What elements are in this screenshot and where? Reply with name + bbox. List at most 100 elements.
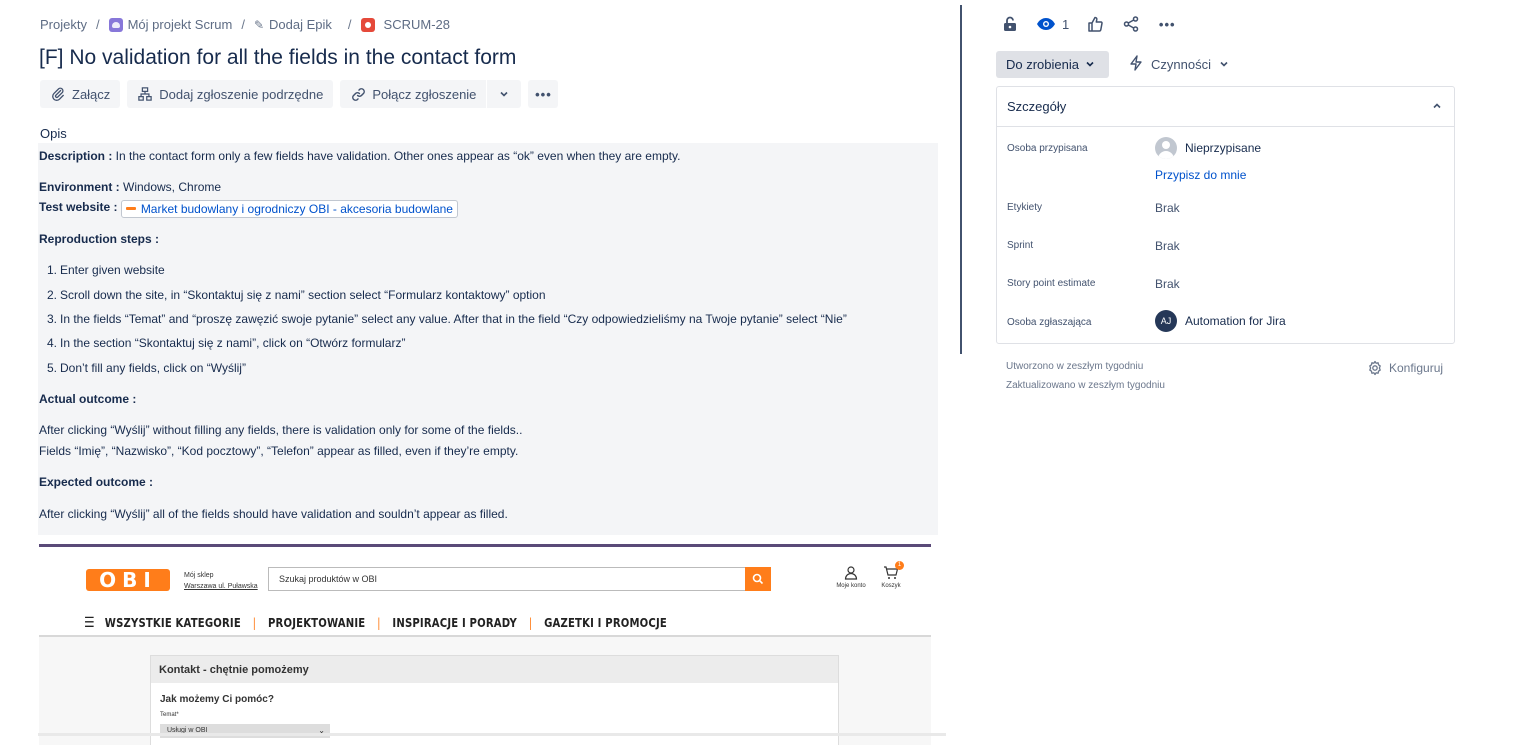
obi-nav-item: GAZETKI I PROMOCJE	[544, 616, 667, 630]
step-text: Scroll down the site, in “Skontaktuj się…	[60, 288, 546, 302]
obi-contact-panel: Kontakt - chętnie pomożemy Jak możemy Ci…	[150, 655, 839, 745]
sprint-label: Sprint	[1007, 240, 1034, 251]
more-icon: •••	[535, 86, 552, 102]
assign-to-me-link[interactable]: Przypisz do mnie	[1155, 168, 1246, 182]
obi-cart-badge: 1	[895, 561, 904, 570]
story-point-value[interactable]: Brak	[1155, 277, 1180, 291]
actual-text-2: Fields “Imię”, “Nazwisko”, “Kod pocztowy…	[39, 444, 519, 458]
configure-button[interactable]: Konfiguruj	[1367, 360, 1443, 376]
labels-value[interactable]: Brak	[1155, 201, 1180, 215]
status-dropdown[interactable]: Do zrobienia	[996, 51, 1109, 78]
configure-label: Konfiguruj	[1389, 361, 1444, 375]
steps-heading: Reproduction steps :	[39, 232, 159, 246]
status-label: Do zrobienia	[1006, 57, 1079, 72]
panel-resize-divider[interactable]	[960, 5, 962, 354]
obi-contact-question: Jak możemy Ci pomóc?	[160, 694, 274, 705]
step-text: Enter given website	[60, 263, 165, 277]
more-options-button[interactable]: •••	[1157, 14, 1177, 34]
link-icon	[350, 86, 366, 102]
description-label: Description :	[39, 149, 113, 163]
breadcrumb-projects[interactable]: Projekty	[40, 17, 87, 32]
test-website-link[interactable]: Market budowlany i ogrodniczy OBI - akce…	[120, 199, 458, 218]
actions-label: Czynności	[1151, 57, 1211, 72]
project-avatar-icon	[108, 17, 123, 32]
restrictions-button[interactable]	[1000, 14, 1020, 34]
step-text: In the section “Skontaktuj się z nami”, …	[60, 336, 406, 350]
sprint-value[interactable]: Brak	[1155, 239, 1180, 253]
obi-search-icon	[745, 567, 771, 591]
obi-store-address-text: Warszawa ul. Puławska	[184, 583, 258, 590]
actual-heading: Actual outcome :	[39, 392, 136, 406]
list-item: 3. In the fields “Temat” and “proszę zawę…	[47, 312, 847, 326]
obi-nav: ☰ WSZYSTKIE KATEGORIE | PROJEKTOWANIE | …	[84, 615, 667, 631]
obi-store-address: Warszawa ul. Puławska	[184, 581, 258, 592]
reporter-field[interactable]: AJ Automation for Jira	[1155, 310, 1286, 332]
vote-button[interactable]	[1085, 14, 1105, 34]
environment-text: Windows, Chrome	[119, 180, 222, 194]
attach-button[interactable]: Załącz	[40, 80, 121, 108]
chevron-down-icon	[496, 86, 512, 102]
reporter-value: Automation for Jira	[1185, 314, 1286, 328]
details-title: Szczegóły	[1007, 99, 1067, 114]
description-body[interactable]: Description : In the contact form only a…	[38, 143, 938, 535]
attached-screenshot[interactable]: OBI Mój sklep Warszawa ul. Puławska Szuk…	[39, 544, 931, 745]
add-child-issue-button[interactable]: Dodaj zgłoszenie podrzędne	[127, 80, 334, 108]
hamburger-icon: ☰	[84, 615, 95, 631]
details-panel: Szczegóły Osoba przypisana Nieprzypisane…	[996, 86, 1455, 344]
breadcrumb-project-label: Mój projekt Scrum	[127, 17, 233, 32]
link-issue-label: Połącz zgłoszenie	[372, 86, 477, 102]
step-text: Don’t fill any fields, click on “Wyślij”	[60, 361, 246, 375]
list-item: 2. Scroll down the site, in “Skontaktuj s…	[47, 288, 546, 302]
obi-contact-title: Kontakt - chętnie pomożemy	[151, 656, 838, 683]
link-issue-dropdown[interactable]	[486, 80, 521, 108]
bug-icon	[360, 17, 375, 32]
breadcrumb-project[interactable]: Mój projekt Scrum	[108, 17, 233, 32]
avatar	[1155, 137, 1177, 159]
obi-topic-label: Temat*	[160, 712, 179, 718]
breadcrumb-add-epic[interactable]: ✎ Dodaj Epik	[254, 17, 332, 32]
breadcrumb-separator: /	[241, 17, 245, 32]
share-icon	[1123, 16, 1139, 32]
hierarchy-icon	[137, 86, 153, 102]
horizontal-scrollbar[interactable]	[38, 733, 946, 736]
issue-top-actions: 1 •••	[1000, 14, 1193, 34]
add-child-label: Dodaj zgłoszenie podrzędne	[159, 86, 324, 102]
breadcrumb-separator: /	[347, 17, 352, 32]
obi-header: OBI Mój sklep Warszawa ul. Puławska Szuk…	[39, 547, 931, 637]
paperclip-icon	[50, 86, 66, 102]
obi-nav-item: PROJEKTOWANIE	[267, 616, 366, 630]
breadcrumb-epic-label: Dodaj Epik	[269, 17, 332, 32]
eye-icon	[1037, 18, 1055, 30]
attach-label: Załącz	[72, 86, 111, 102]
actual-label: Actual outcome :	[39, 392, 137, 406]
gear-icon	[1369, 360, 1381, 376]
watchers-count: 1	[1062, 16, 1070, 32]
obi-store-info: Mój sklep Warszawa ul. Puławska	[184, 570, 258, 592]
expected-heading: Expected outcome :	[39, 475, 153, 489]
created-timestamp: Utworzono w zeszłym tygodniu	[1006, 361, 1144, 372]
step-text: In the fields “Temat” and “proszę zawęzi…	[60, 312, 847, 326]
user-icon	[844, 566, 858, 580]
obi-nav-item: INSPIRACJE I PORADY	[392, 616, 518, 630]
list-item: 1. Enter given website	[47, 263, 165, 277]
obi-nav-divider: |	[252, 616, 257, 630]
share-button[interactable]	[1121, 14, 1141, 34]
obi-search-input: Szukaj produktów w OBI	[268, 567, 770, 591]
more-actions-button[interactable]: •••	[528, 80, 559, 108]
actions-dropdown[interactable]: Czynności	[1129, 51, 1229, 78]
breadcrumb: Projekty / Mój projekt Scrum / ✎ Dodaj E…	[40, 17, 450, 32]
expected-text: After clicking “Wyślij” all of the field…	[39, 507, 508, 521]
assignee-field[interactable]: Nieprzypisane	[1155, 137, 1261, 159]
issue-title[interactable]: [F] No validation for all the fields in …	[39, 46, 516, 70]
obi-favicon-icon	[125, 207, 136, 210]
link-issue-button[interactable]: Połącz zgłoszenie	[340, 80, 486, 108]
breadcrumb-issue[interactable]: SCRUM-28	[360, 17, 450, 32]
more-icon: •••	[1158, 16, 1176, 32]
lock-icon	[1004, 16, 1016, 31]
issue-toolbar: Załącz Dodaj zgłoszenie podrzędne Połącz…	[40, 80, 559, 108]
watch-button[interactable]: 1	[1036, 17, 1069, 32]
expected-label: Expected outcome :	[39, 475, 154, 489]
issue-key: SCRUM-28	[383, 17, 450, 32]
description-line: Description : In the contact form only a…	[39, 149, 680, 163]
details-header[interactable]: Szczegóły	[997, 87, 1454, 127]
